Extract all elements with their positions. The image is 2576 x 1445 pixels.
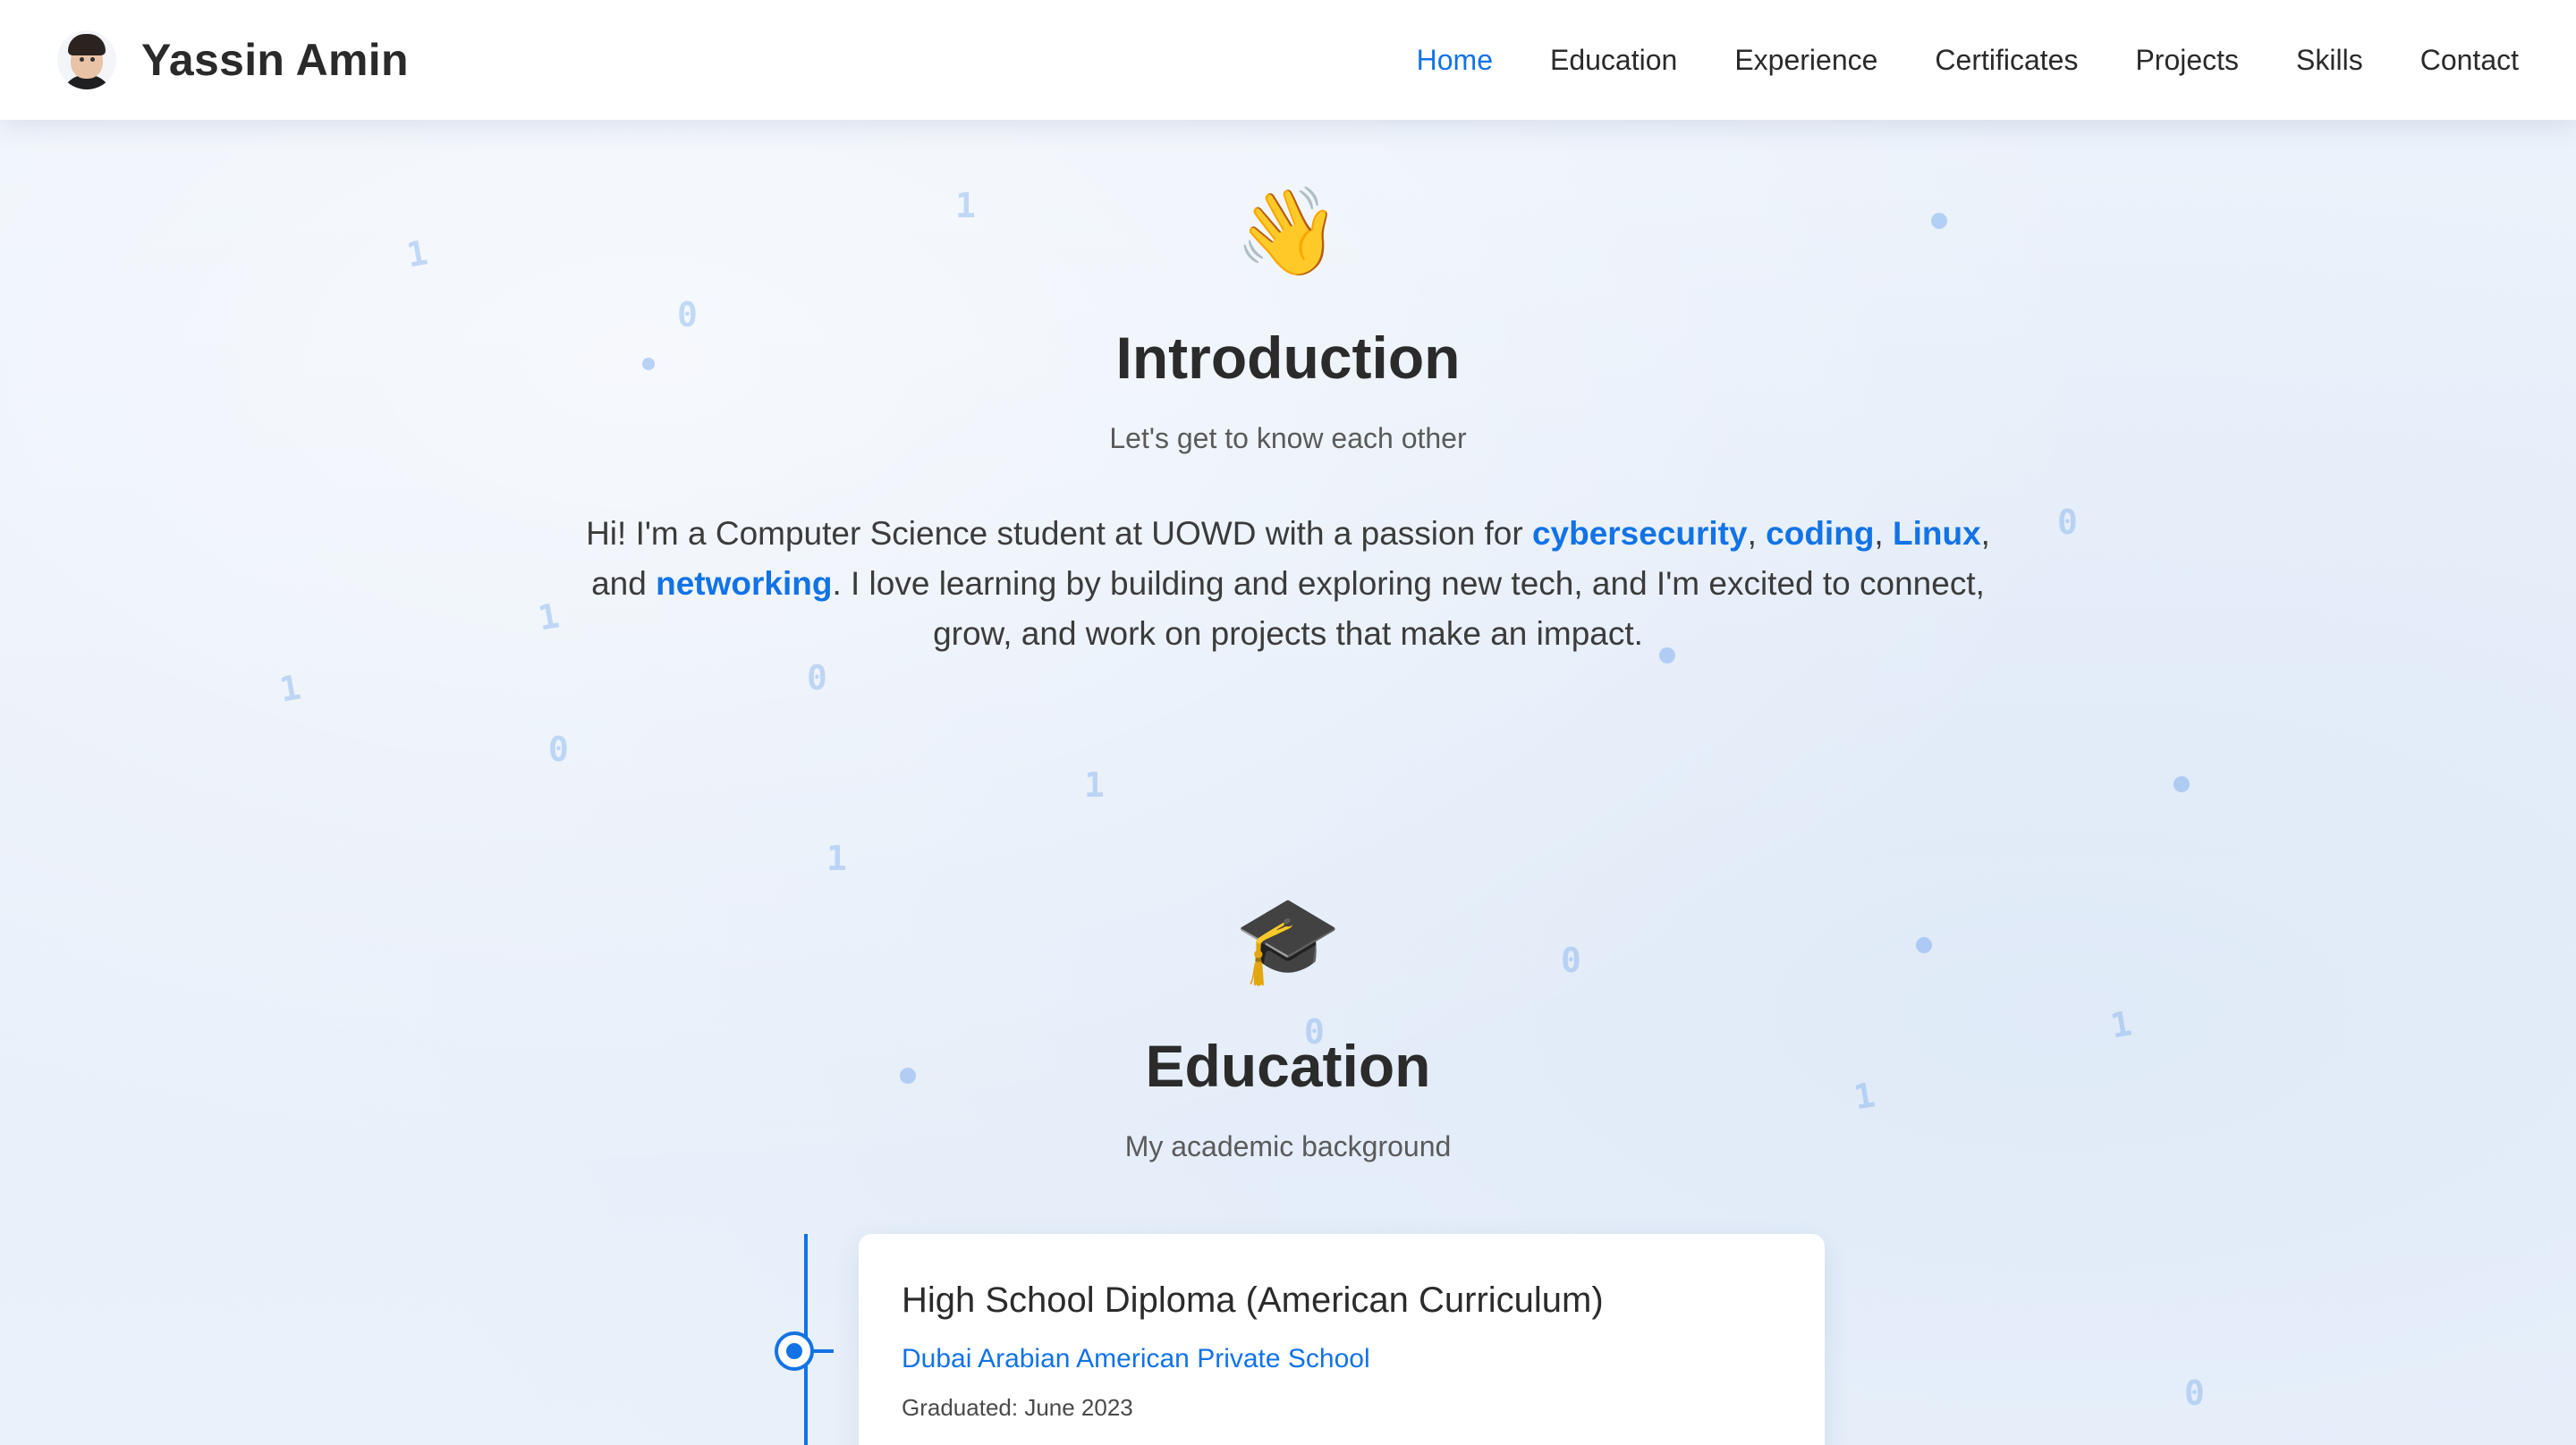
nav-skills[interactable]: Skills <box>2296 44 2363 77</box>
waving-hand-icon: 👋 <box>1234 184 1342 280</box>
bg-digit: 0 <box>807 658 827 697</box>
nav-experience[interactable]: Experience <box>1734 44 1877 77</box>
bg-digit: 1 <box>826 839 847 878</box>
bg-digit: 1 <box>1084 765 1105 805</box>
graduation-cap-icon: 🎓 <box>1234 892 1342 988</box>
education-subtitle: My academic background <box>1124 1130 1452 1162</box>
timeline-connector <box>812 1349 834 1353</box>
nav-contact[interactable]: Contact <box>2420 44 2519 77</box>
intro-text-part: , <box>1874 515 1893 552</box>
education-card-title: High School Diploma (American Curriculum… <box>902 1280 1604 1320</box>
education-section: 🎓 Education My academic background <box>0 898 2576 1163</box>
education-card-date: Graduated: June 2023 <box>902 1394 1133 1421</box>
education-card: High School Diploma (American Curriculum… <box>859 1234 1825 1445</box>
nav-education[interactable]: Education <box>1550 44 1677 77</box>
nav-home[interactable]: Home <box>1417 44 1493 77</box>
nav-certificates[interactable]: Certificates <box>1935 44 2078 77</box>
top-navbar: Yassin Amin Home Education Experience Ce… <box>0 0 2576 120</box>
bg-dot <box>2174 776 2190 792</box>
timeline-node-icon <box>775 1331 814 1371</box>
brand[interactable]: Yassin Amin <box>57 30 409 89</box>
bg-digit: 0 <box>2184 1373 2205 1413</box>
avatar <box>57 30 116 89</box>
intro-text-part: , <box>1747 515 1767 552</box>
brand-name: Yassin Amin <box>141 35 409 85</box>
education-title: Education <box>1145 1033 1431 1099</box>
introduction-title: Introduction <box>1115 325 1461 391</box>
nav-projects[interactable]: Projects <box>2135 44 2239 77</box>
highlight-coding: coding <box>1766 515 1875 552</box>
introduction-section: 👋 Introduction Let's get to know each ot… <box>0 190 2576 659</box>
intro-text-part: . I love learning by building and explor… <box>832 565 1985 652</box>
bg-digit: 0 <box>548 730 569 769</box>
introduction-subtitle: Let's get to know each other <box>1109 422 1467 454</box>
highlight-cybersecurity: cybersecurity <box>1531 515 1748 552</box>
intro-text-part: Hi! I'm a Computer Science student at UO… <box>586 515 1532 552</box>
education-card-school: Dubai Arabian American Private School <box>902 1344 1370 1373</box>
highlight-linux: Linux <box>1892 515 1981 552</box>
highlight-networking: networking <box>656 565 833 602</box>
nav-menu: Home Education Experience Certificates P… <box>1417 44 2519 77</box>
introduction-text: Hi! I'm a Computer Science student at UO… <box>572 509 2004 659</box>
